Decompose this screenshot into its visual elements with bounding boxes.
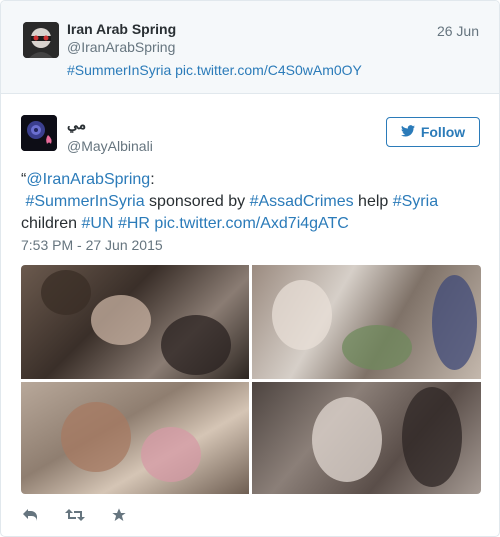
hashtag-syria[interactable]: #Syria bbox=[393, 193, 438, 210]
children-text: children bbox=[21, 215, 82, 232]
tweet-card: Iran Arab Spring @IranArabSpring 26 Jun … bbox=[0, 0, 500, 537]
user-avatar[interactable] bbox=[21, 115, 57, 151]
retweet-icon[interactable] bbox=[65, 505, 85, 525]
pic-link[interactable]: pic.twitter.com/Axd7i4gATC bbox=[154, 215, 348, 232]
sponsored-text: sponsored by bbox=[144, 193, 250, 210]
photo-1[interactable] bbox=[21, 265, 249, 379]
quoted-tweet[interactable]: Iran Arab Spring @IranArabSpring 26 Jun … bbox=[1, 1, 499, 94]
photo-3[interactable] bbox=[21, 382, 249, 494]
mention-link[interactable]: @IranArabSpring bbox=[26, 171, 150, 188]
tweet-text: “@IranArabSpring: #SummerInSyria sponsor… bbox=[21, 169, 481, 235]
tweet-timestamp[interactable]: 7:53 PM - 27 Jun 2015 bbox=[21, 237, 163, 253]
colon-text: : bbox=[150, 171, 155, 188]
hashtag-hr[interactable]: #HR bbox=[118, 215, 150, 232]
hashtag-assadcrimes[interactable]: #AssadCrimes bbox=[250, 193, 354, 210]
tweet-actions bbox=[21, 503, 129, 527]
hashtag-un[interactable]: #UN bbox=[81, 215, 113, 232]
quoted-user-handle[interactable]: @IranArabSpring bbox=[67, 39, 175, 55]
twitter-bird-icon bbox=[400, 124, 415, 140]
photo-grid bbox=[21, 265, 481, 494]
photo-4[interactable] bbox=[252, 382, 481, 494]
user-handle[interactable]: @MayAlbinali bbox=[67, 138, 153, 154]
quoted-user-name[interactable]: Iran Arab Spring bbox=[67, 21, 176, 37]
follow-button[interactable]: Follow bbox=[386, 117, 480, 147]
quoted-user-avatar[interactable] bbox=[23, 22, 59, 58]
reply-icon[interactable] bbox=[21, 505, 41, 525]
help-text: help bbox=[353, 193, 393, 210]
favorite-icon[interactable] bbox=[109, 505, 129, 525]
follow-label: Follow bbox=[420, 124, 466, 140]
user-name[interactable]: مي bbox=[67, 116, 86, 133]
hashtag-summerinsyria[interactable]: #SummerInSyria bbox=[25, 193, 144, 210]
quoted-tweet-text[interactable]: #SummerInSyria pic.twitter.com/C4S0wAm0O… bbox=[67, 62, 362, 78]
photo-2[interactable] bbox=[252, 265, 481, 379]
quoted-tweet-date[interactable]: 26 Jun bbox=[437, 23, 479, 39]
